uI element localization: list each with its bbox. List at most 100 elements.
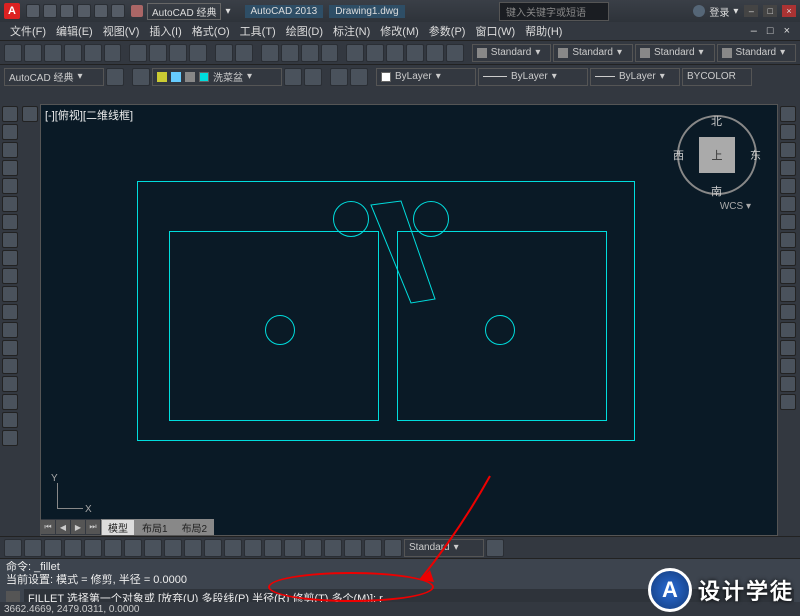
gradient-icon[interactable]	[2, 376, 18, 392]
doc-min-icon[interactable]: –	[747, 25, 761, 37]
hatch-icon[interactable]	[2, 358, 18, 374]
zoom-icon[interactable]	[281, 44, 299, 62]
table-draw-icon[interactable]	[2, 412, 18, 428]
menu-view[interactable]: 视图(V)	[99, 23, 144, 39]
addselected-icon[interactable]	[22, 106, 38, 122]
dim-linear-icon[interactable]	[4, 539, 22, 557]
qat-redo-icon[interactable]	[94, 4, 108, 18]
qat-new-icon[interactable]	[26, 4, 40, 18]
point-icon[interactable]	[2, 340, 18, 356]
zoom-previous-icon[interactable]	[321, 44, 339, 62]
undo-icon[interactable]	[215, 44, 233, 62]
viewcube[interactable]: 上 北 南 东 西	[677, 115, 757, 195]
menu-help[interactable]: 帮助(H)	[521, 23, 566, 39]
ml-style-dropdown[interactable]: Standard▾	[717, 44, 797, 62]
dim-quick-icon[interactable]	[164, 539, 182, 557]
tab-layout1[interactable]: 布局1	[135, 519, 175, 535]
dim-arc-icon[interactable]	[44, 539, 62, 557]
signin[interactable]: 登录 ▾	[693, 4, 738, 19]
array-icon[interactable]	[780, 178, 796, 194]
tab-prev-icon[interactable]: ◀	[56, 520, 70, 534]
dimstyle-dropdown[interactable]: Standard▾	[404, 539, 484, 557]
workspace-dropdown[interactable]: AutoCAD 经典▾	[4, 68, 104, 86]
doc-close-icon[interactable]: ×	[780, 25, 794, 37]
join-icon[interactable]	[780, 340, 796, 356]
copy-obj-icon[interactable]	[780, 124, 796, 140]
minimize-button[interactable]: –	[744, 5, 758, 17]
plot-icon[interactable]	[64, 44, 82, 62]
drawing-canvas[interactable]: [-][俯视][二维线框] 上 北 南 东 西 WCS ▾ Y X	[40, 104, 778, 536]
lineweight-dropdown[interactable]: ByLayer▾	[590, 68, 680, 86]
doc-max-icon[interactable]: □	[763, 25, 778, 37]
dim-rad-icon[interactable]	[84, 539, 102, 557]
menu-dimension[interactable]: 标注(N)	[329, 23, 374, 39]
dim-diam-icon[interactable]	[124, 539, 142, 557]
ws-settings-icon[interactable]	[106, 68, 124, 86]
layer-props-icon[interactable]	[132, 68, 150, 86]
sheet-set-icon[interactable]	[406, 44, 424, 62]
tab-last-icon[interactable]: ⏭	[86, 520, 100, 534]
design-center-icon[interactable]	[366, 44, 384, 62]
layer-iso-icon[interactable]	[350, 68, 368, 86]
dim-tedit-icon[interactable]	[364, 539, 382, 557]
copy-icon[interactable]	[149, 44, 167, 62]
dim-update-icon[interactable]	[384, 539, 402, 557]
dim-aligned-icon[interactable]	[24, 539, 42, 557]
coordinates[interactable]: 3662.4669, 2479.0311, 0.0000	[4, 604, 140, 615]
dim-ang-icon[interactable]	[144, 539, 162, 557]
qat-save-icon[interactable]	[60, 4, 74, 18]
inspect-icon[interactable]	[304, 539, 322, 557]
extend-icon[interactable]	[780, 286, 796, 302]
open-icon[interactable]	[24, 44, 42, 62]
ellipse-arc-icon[interactable]	[2, 286, 18, 302]
layer-tool-icon[interactable]	[304, 68, 322, 86]
scale-icon[interactable]	[780, 232, 796, 248]
plotstyle-dropdown[interactable]: BYCOLOR	[682, 68, 752, 86]
table-style-dropdown[interactable]: Standard▾	[635, 44, 715, 62]
wcs-dropdown[interactable]: WCS ▾	[720, 201, 751, 212]
qat-open-icon[interactable]	[43, 4, 57, 18]
compass-e[interactable]: 东	[750, 147, 761, 163]
jogged-lin-icon[interactable]	[324, 539, 342, 557]
chamfer-icon[interactable]	[780, 358, 796, 374]
dimstyle-mgr-icon[interactable]	[486, 539, 504, 557]
trim-icon[interactable]	[780, 268, 796, 284]
markup-icon[interactable]	[426, 44, 444, 62]
dim-break-icon[interactable]	[244, 539, 262, 557]
menu-format[interactable]: 格式(O)	[188, 23, 234, 39]
erase-icon[interactable]	[780, 106, 796, 122]
dim-style-dropdown[interactable]: Standard▾	[553, 44, 633, 62]
revcloud-icon[interactable]	[2, 232, 18, 248]
new-icon[interactable]	[4, 44, 22, 62]
arc-icon[interactable]	[2, 196, 18, 212]
menu-edit[interactable]: 编辑(E)	[52, 23, 97, 39]
zoom-window-icon[interactable]	[301, 44, 319, 62]
dim-ord-icon[interactable]	[64, 539, 82, 557]
match-prop-icon[interactable]	[189, 44, 207, 62]
polyline-icon[interactable]	[2, 142, 18, 158]
qat-print-icon[interactable]	[111, 4, 125, 18]
circle-icon[interactable]	[2, 214, 18, 230]
menu-tools[interactable]: 工具(T)	[236, 23, 280, 39]
dim-edit-icon[interactable]	[344, 539, 362, 557]
qat-undo-icon[interactable]	[77, 4, 91, 18]
redo-icon[interactable]	[235, 44, 253, 62]
viewcube-top-face[interactable]: 上	[699, 137, 735, 173]
menu-parametric[interactable]: 参数(P)	[425, 23, 470, 39]
menu-insert[interactable]: 插入(I)	[145, 23, 185, 39]
properties-icon[interactable]	[346, 44, 364, 62]
line-icon[interactable]	[2, 106, 18, 122]
compass-w[interactable]: 西	[673, 147, 684, 163]
rectangle-icon[interactable]	[2, 178, 18, 194]
preview-icon[interactable]	[84, 44, 102, 62]
move-icon[interactable]	[780, 196, 796, 212]
insert-block-icon[interactable]	[2, 304, 18, 320]
text-style-dropdown[interactable]: Standard▾	[472, 44, 552, 62]
quick-calc-icon[interactable]	[446, 44, 464, 62]
offset-icon[interactable]	[780, 160, 796, 176]
tol-icon[interactable]	[264, 539, 282, 557]
center-mark-icon[interactable]	[284, 539, 302, 557]
dim-space-icon[interactable]	[224, 539, 242, 557]
polygon-icon[interactable]	[2, 160, 18, 176]
break-at-point-icon[interactable]	[780, 304, 796, 320]
